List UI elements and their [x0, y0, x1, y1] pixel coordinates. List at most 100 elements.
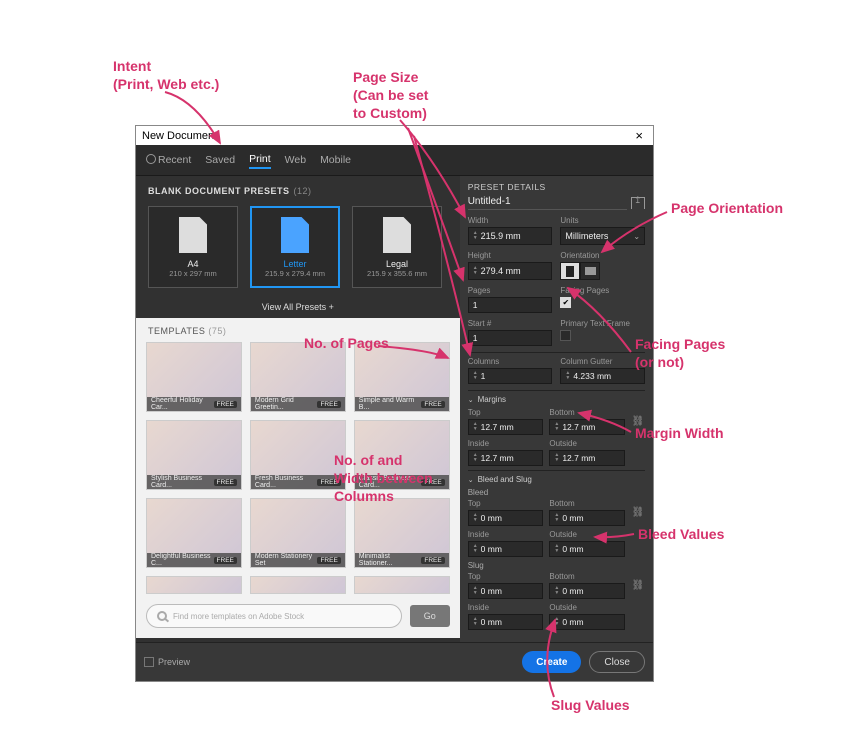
- slug-bottom-input[interactable]: ▲▼0 mm: [549, 583, 625, 599]
- export-preset-icon[interactable]: [631, 197, 645, 209]
- go-button[interactable]: Go: [410, 605, 450, 627]
- template-name: Minimalist Stationer...: [359, 553, 422, 567]
- view-all-presets[interactable]: View All Presets +: [136, 296, 460, 318]
- template-card[interactable]: Cheerful Holiday Car...FREE: [146, 342, 242, 412]
- template-card[interactable]: [146, 576, 242, 594]
- slug-outside-input[interactable]: ▲▼0 mm: [549, 614, 625, 630]
- slug-inside-label: Inside: [468, 603, 544, 612]
- template-badge: FREE: [214, 479, 237, 486]
- create-button[interactable]: Create: [522, 651, 581, 673]
- start-label: Start #: [468, 319, 553, 328]
- slug-outside-label: Outside: [549, 603, 625, 612]
- height-label: Height: [468, 251, 553, 260]
- search-icon: [157, 611, 167, 621]
- pages-input[interactable]: 1: [468, 297, 553, 313]
- template-card[interactable]: Delightful Business C...FREE: [146, 498, 242, 568]
- preset-details-pane: PRESET DETAILS Untitled-1 Width ▲▼215.9 …: [460, 176, 653, 642]
- bleed-inside-label: Inside: [468, 530, 544, 539]
- tab-saved[interactable]: Saved: [205, 152, 235, 168]
- clock-icon: [146, 154, 156, 164]
- gutter-input[interactable]: ▲▼4.233 mm: [560, 368, 645, 384]
- bleed-outside-input[interactable]: ▲▼0 mm: [549, 541, 625, 557]
- close-icon[interactable]: ×: [631, 128, 647, 143]
- preset-dim: 215.9 x 279.4 mm: [265, 269, 325, 278]
- ptf-checkbox[interactable]: [560, 330, 571, 341]
- width-input[interactable]: ▲▼215.9 mm: [468, 227, 553, 245]
- start-input[interactable]: 1: [468, 330, 553, 346]
- units-select[interactable]: Millimeters⌄: [560, 227, 645, 245]
- columns-input[interactable]: ▲▼1: [468, 368, 553, 384]
- template-name: Classic Business Card...: [359, 475, 422, 489]
- tab-recent[interactable]: Recent: [146, 152, 191, 168]
- bleed-inside-input[interactable]: ▲▼0 mm: [468, 541, 544, 557]
- margin-top-input[interactable]: ▲▼12.7 mm: [468, 419, 544, 435]
- margin-top-label: Top: [468, 408, 544, 417]
- bleed-outside-label: Outside: [549, 530, 625, 539]
- presets-heading: BLANK DOCUMENT PRESETS(12): [136, 176, 460, 202]
- template-name: Simple and Warm B...: [359, 397, 422, 411]
- bleed-top-input[interactable]: ▲▼0 mm: [468, 510, 544, 526]
- template-badge: FREE: [214, 401, 237, 408]
- template-card[interactable]: Simple and Warm B...FREE: [354, 342, 450, 412]
- bleed-bottom-input[interactable]: ▲▼0 mm: [549, 510, 625, 526]
- preset-legal[interactable]: Legal 215.9 x 355.6 mm: [352, 206, 442, 288]
- page-icon: [281, 217, 309, 253]
- tab-mobile[interactable]: Mobile: [320, 152, 351, 168]
- margin-bottom-label: Bottom: [549, 408, 625, 417]
- template-badge: FREE: [421, 401, 444, 408]
- orientation-landscape[interactable]: [580, 262, 600, 280]
- link-slug-icon[interactable]: ⛓: [631, 576, 645, 596]
- height-input[interactable]: ▲▼279.4 mm: [468, 262, 553, 280]
- annotation-pagesize: Page Size(Can be setto Custom): [353, 68, 428, 123]
- slug-subheading: Slug: [468, 561, 645, 570]
- dialog-titlebar: New Document ×: [136, 126, 653, 145]
- chevron-down-icon: ⌄: [633, 232, 640, 241]
- template-card[interactable]: Modern Grid Greetin...FREE: [250, 342, 346, 412]
- preset-letter[interactable]: Letter 215.9 x 279.4 mm: [250, 206, 340, 288]
- template-badge: FREE: [317, 557, 340, 564]
- dialog-footer: Preview Create Close: [136, 642, 653, 681]
- columns-label: Columns: [468, 357, 553, 366]
- template-name: Modern Grid Greetin...: [255, 397, 318, 411]
- page-icon: [179, 217, 207, 253]
- facing-pages-checkbox[interactable]: ✔: [560, 297, 571, 308]
- search-field[interactable]: Find more templates on Adobe Stock: [146, 604, 402, 628]
- link-bleed-icon[interactable]: ⛓: [631, 503, 645, 523]
- tab-web[interactable]: Web: [285, 152, 306, 168]
- margin-outside-input[interactable]: ▲▼12.7 mm: [549, 450, 625, 466]
- template-card[interactable]: Fresh Business Card...FREE: [250, 420, 346, 490]
- template-card[interactable]: Classic Business Card...FREE: [354, 420, 450, 490]
- margin-bottom-input[interactable]: ▲▼12.7 mm: [549, 419, 625, 435]
- template-card[interactable]: Minimalist Stationer...FREE: [354, 498, 450, 568]
- preview-checkbox[interactable]: Preview: [144, 657, 190, 667]
- gutter-label: Column Gutter: [560, 357, 645, 366]
- orientation-portrait[interactable]: [560, 262, 580, 280]
- template-badge: FREE: [214, 557, 237, 564]
- document-name-input[interactable]: Untitled-1: [468, 196, 627, 210]
- template-card[interactable]: Modern Stationery SetFREE: [250, 498, 346, 568]
- template-badge: FREE: [317, 401, 340, 408]
- link-margins-icon[interactable]: ⛓: [631, 412, 645, 432]
- template-badge: FREE: [421, 479, 444, 486]
- template-card[interactable]: [354, 576, 450, 594]
- margin-inside-input[interactable]: ▲▼12.7 mm: [468, 450, 544, 466]
- ptf-label: Primary Text Frame: [560, 319, 645, 328]
- slug-top-input[interactable]: ▲▼0 mm: [468, 583, 544, 599]
- margins-disclosure[interactable]: ⌄Margins: [468, 395, 645, 404]
- bleed-slug-disclosure[interactable]: ⌄Bleed and Slug: [468, 475, 645, 484]
- tab-print[interactable]: Print: [249, 151, 271, 169]
- template-badge: FREE: [421, 557, 444, 564]
- width-label: Width: [468, 216, 553, 225]
- slug-top-label: Top: [468, 572, 544, 581]
- bleed-bottom-label: Bottom: [549, 499, 625, 508]
- preset-a4[interactable]: A4 210 x 297 mm: [148, 206, 238, 288]
- template-name: Stylish Business Card...: [151, 475, 214, 489]
- template-card[interactable]: Stylish Business Card...FREE: [146, 420, 242, 490]
- pages-label: Pages: [468, 286, 553, 295]
- template-name: Fresh Business Card...: [255, 475, 318, 489]
- close-button[interactable]: Close: [589, 651, 645, 673]
- slug-inside-input[interactable]: ▲▼0 mm: [468, 614, 544, 630]
- template-name: Cheerful Holiday Car...: [151, 397, 214, 411]
- preset-dim: 215.9 x 355.6 mm: [367, 269, 427, 278]
- template-card[interactable]: [250, 576, 346, 594]
